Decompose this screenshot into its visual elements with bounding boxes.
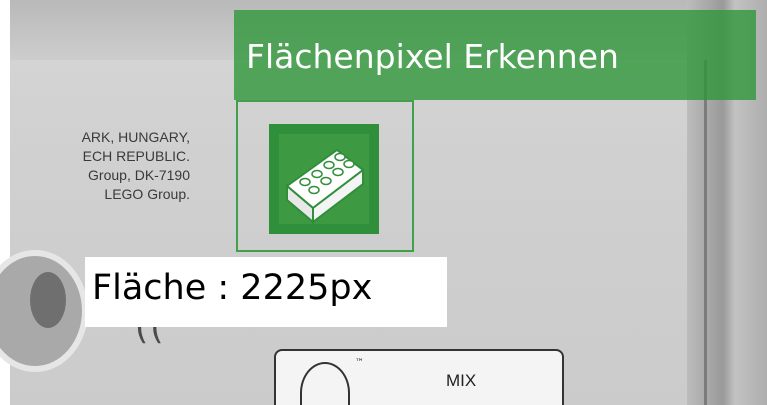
- area-result-text: Fläche : 2225px: [92, 268, 373, 308]
- printed-line: Group, DK-7190: [88, 167, 190, 183]
- camera-view: ARK, HUNGARY, ECH REPUBLIC. Group, DK-71…: [0, 0, 767, 405]
- lego-brick-icon: [269, 124, 379, 234]
- printed-line: LEGO Group.: [104, 186, 190, 202]
- printed-address-text: ARK, HUNGARY, ECH REPUBLIC. Group, DK-71…: [0, 128, 190, 204]
- lego-brick-icon: [285, 148, 365, 225]
- printed-line: ECH REPUBLIC.: [82, 148, 190, 164]
- fsc-trademark: ™: [355, 358, 364, 368]
- recycling-arrow-shape: [30, 272, 66, 328]
- package-edge: [704, 60, 707, 405]
- detection-title: Flächenpixel Erkennen: [246, 37, 619, 76]
- logo-background: [279, 134, 369, 225]
- printed-line: ARK, HUNGARY,: [81, 129, 190, 145]
- fsc-mix-text: MIX: [446, 371, 477, 390]
